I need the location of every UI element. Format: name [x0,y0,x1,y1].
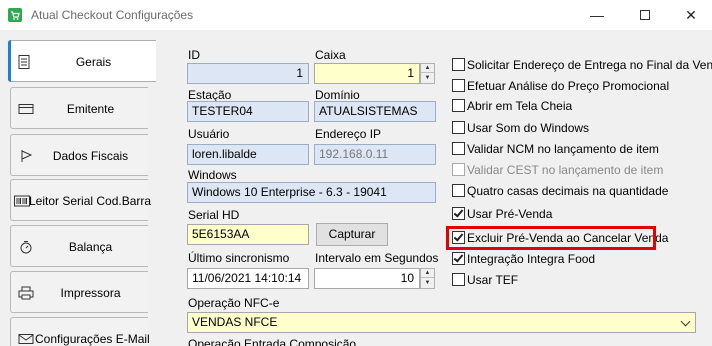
serial-hd-field[interactable]: 5E6153AA [187,224,309,245]
tab-leitor-serial[interactable]: Leitor Serial Cod.Barra [10,179,152,221]
checkbox-box[interactable] [452,207,465,220]
checkbox-label: Integração Integra Food [467,252,596,266]
scale-icon [20,241,32,254]
endereco-ip-label: Endereço IP [315,127,382,141]
checkmark-icon [453,252,464,263]
close-button[interactable]: ✕ [668,0,712,30]
tab-label: Dados Fiscais [52,149,129,163]
intervalo-stepper[interactable]: ▲ ▼ [420,268,435,289]
id-label: ID [188,48,200,62]
tab-gerais[interactable]: Gerais [8,40,156,82]
endereco-ip-field[interactable]: 192.168.0.11 [314,144,436,165]
checkbox-box [452,163,465,176]
flag-icon [21,150,33,162]
minimize-button[interactable]: — [574,0,620,30]
email-icon [18,334,34,344]
tab-dados-fiscais[interactable]: Dados Fiscais [10,134,148,176]
intervalo-label: Intervalo em Segundos [315,251,439,265]
settings-sidebar: Gerais Emitente Dados Fiscais Leitor Ser… [0,38,156,346]
tab-label: Emitente [66,102,115,116]
ultimo-sincronismo-label: Último sincronismo [188,251,290,265]
caret-up-icon[interactable]: ▲ [421,64,434,73]
operacao-nfce-label: Operação NFC-e [188,296,280,310]
checkbox-label: Efetuar Análise do Preço Promocional [467,79,670,93]
windows-field[interactable]: Windows 10 Enterprise - 6.3 - 19041 [187,182,436,203]
tab-emitente[interactable]: Emitente [10,87,148,129]
operacao-nfce-select[interactable]: VENDAS NFCE [187,312,696,333]
barcode-icon [14,195,30,207]
checkbox-box[interactable] [452,58,465,71]
dominio-field[interactable]: ATUALSISTEMAS [314,101,436,122]
checkbox-box[interactable] [452,273,465,286]
caret-down-icon[interactable]: ▼ [421,279,434,288]
checkbox-label: Solicitar Endereço de Entrega no Final d… [467,58,712,72]
usuario-field[interactable]: loren.libalde [187,144,309,165]
printer-icon [18,286,34,300]
checkbox-box[interactable] [452,99,465,112]
checkbox-box[interactable] [452,184,465,197]
dominio-label: Domínio [315,88,360,102]
document-icon [18,55,30,69]
serial-hd-label: Serial HD [188,208,240,222]
estacao-label: Estação [188,88,232,102]
app-cart-icon [8,8,22,22]
checkmark-icon [453,207,464,218]
chevron-down-icon [680,316,691,327]
checkbox-box[interactable] [452,142,465,155]
tab-label: Configurações E-Mail [35,332,150,346]
title-bar: Atual Checkout Configurações — ✕ [0,0,712,30]
highlight-box [446,226,656,250]
checkbox-box[interactable] [452,121,465,134]
checkbox-box[interactable] [452,79,465,92]
checkbox-label: Validar NCM no lançamento de item [467,142,659,156]
card-icon [18,104,34,114]
tab-label: Gerais [75,55,112,69]
tab-label: Impressora [60,286,121,300]
checkbox-box[interactable] [452,252,465,265]
ultimo-sincronismo-field[interactable]: 11/06/2021 14:10:14 [187,268,309,289]
maximize-icon [640,9,650,20]
maximize-button[interactable] [622,0,668,30]
windows-label: Windows [188,168,237,182]
window-title: Atual Checkout Configurações [31,8,194,22]
operacao-entrada-label: Operação Entrada Composição [188,337,357,346]
usuario-label: Usuário [188,127,230,141]
tab-label: Balança [68,240,113,254]
estacao-field[interactable]: TESTER04 [187,101,309,122]
caixa-field[interactable]: 1 [314,63,420,84]
id-field[interactable]: 1 [187,63,309,84]
tab-impressora[interactable]: Impressora [10,271,148,313]
checkbox-label: Usar Som do Windows [467,121,590,135]
caret-down-icon[interactable]: ▼ [421,74,434,83]
operacao-nfce-value: VENDAS NFCE [192,315,278,329]
checkbox-label: Validar CEST no lançamento de item [467,163,664,177]
checkbox-label: Abrir em Tela Cheia [467,99,573,113]
caret-up-icon[interactable]: ▲ [421,269,434,278]
intervalo-field[interactable]: 10 [314,268,420,289]
tab-label: Leitor Serial Cod.Barra [29,194,152,208]
checkbox-label: Usar Pré-Venda [467,207,553,221]
checkbox-label: Quatro casas decimais na quantidade [467,184,669,198]
capturar-button[interactable]: Capturar [316,223,388,246]
checkbox-label: Usar TEF [467,273,519,287]
tab-configuracoes-email[interactable]: Configurações E-Mail [10,317,150,346]
tab-balanca[interactable]: Balança [10,225,148,267]
caixa-label: Caixa [315,48,346,62]
caixa-stepper[interactable]: ▲ ▼ [420,63,435,84]
